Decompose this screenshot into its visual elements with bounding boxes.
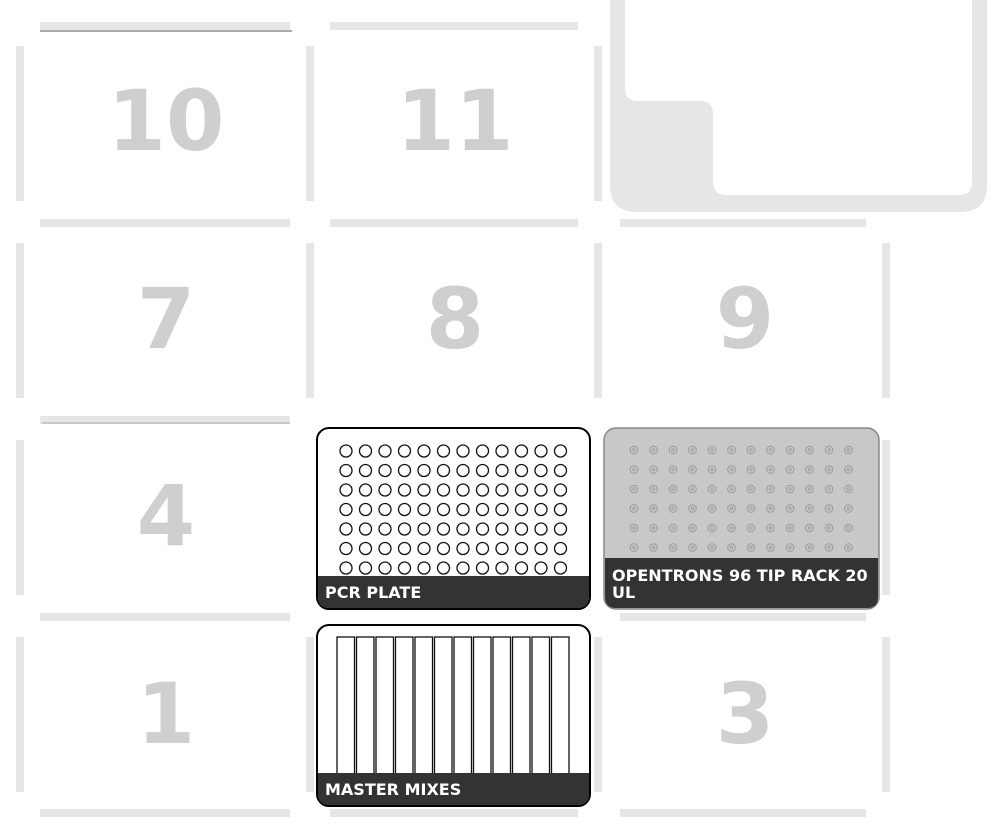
slot-number-11: 11 [397,72,514,170]
slot-number-8: 8 [426,270,484,368]
slot-number-9: 9 [716,270,774,368]
slot-number-3: 3 [716,665,774,763]
labware-master-mixes[interactable]: MASTER MIXES [316,624,591,807]
slot-number-1: 1 [137,665,195,763]
pcr-plate-label: PCR PLATE [325,583,421,602]
slot-number-10: 10 [108,72,225,170]
slot-number-4: 4 [137,467,195,565]
master-mixes-label: MASTER MIXES [325,780,461,799]
slot-number-7: 7 [137,270,195,368]
labware-pcr-plate[interactable]: PCR PLATE [316,427,591,610]
labware-tip-rack[interactable]: OPENTRONS 96 TIP RACK 20 UL [603,427,880,610]
deck-map: 10 11 7 8 9 4 1 3 PCR PLATE OPENTRONS 96… [16,0,987,817]
tip-rack-label-line2: UL [612,583,635,602]
trash-area [610,0,987,212]
tip-rack-label-line1: OPENTRONS 96 TIP RACK 20 [612,566,868,585]
